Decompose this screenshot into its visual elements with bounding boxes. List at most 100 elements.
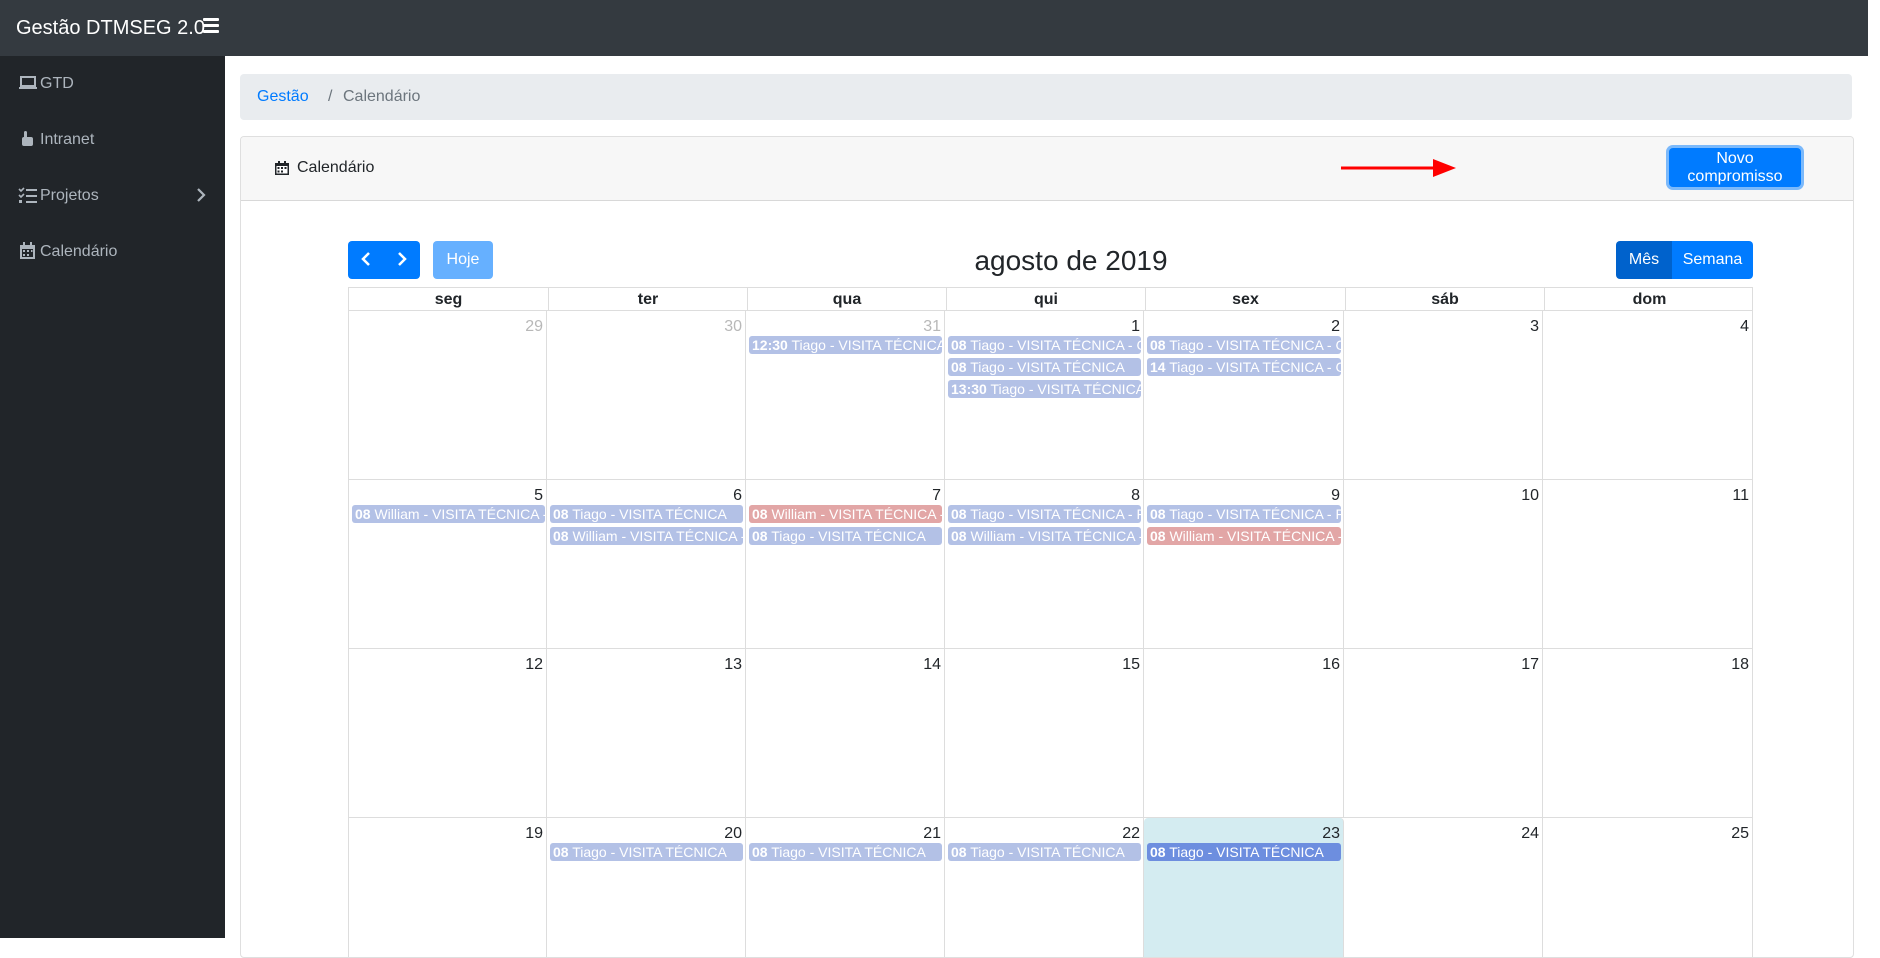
event-time: 14 [1150, 359, 1166, 375]
calendar-event[interactable]: 08 William - VISITA TÉCNICA - G [948, 527, 1141, 545]
new-appointment-button[interactable]: Novo compromisso [1669, 148, 1801, 187]
day-number[interactable]: 17 [1521, 656, 1539, 674]
day-number[interactable]: 18 [1731, 656, 1749, 674]
page-scrollbar[interactable] [1868, 0, 1880, 938]
event-title: Tiago - VISITA TÉCNICA - FR [1169, 506, 1341, 522]
day-number[interactable]: 2 [1331, 318, 1340, 336]
prev-month-button[interactable] [348, 241, 384, 279]
calendar-event[interactable]: 08 Tiago - VISITA TÉCNICA [749, 527, 942, 545]
day-number[interactable]: 23 [1322, 825, 1340, 843]
day-cell[interactable]: 14 [746, 649, 945, 818]
day-number[interactable]: 10 [1521, 487, 1539, 505]
next-month-button[interactable] [384, 241, 420, 279]
day-number[interactable]: 31 [923, 318, 941, 336]
day-number[interactable]: 14 [923, 656, 941, 674]
sidebar-item-intranet[interactable]: Intranet [0, 120, 225, 160]
day-number[interactable]: 20 [724, 825, 742, 843]
day-cell[interactable]: 19 [348, 818, 547, 957]
day-cell[interactable]: 31 12:30 Tiago - VISITA TÉCNICA [746, 311, 945, 480]
event-title: William - VISITA TÉCNICA - G [572, 528, 743, 544]
sidebar-item-gtd[interactable]: GTD [0, 64, 225, 104]
event-title: Tiago - VISITA TÉCNICA - GO [1169, 337, 1341, 353]
calendar-event[interactable]: 08 Tiago - VISITA TÉCNICA - GO [1147, 336, 1341, 354]
day-cell[interactable]: 25 [1543, 818, 1753, 957]
day-cell[interactable]: 5 08 William - VISITA TÉCNICA - G [348, 480, 547, 649]
day-cell[interactable]: 20 08 Tiago - VISITA TÉCNICA [547, 818, 746, 957]
day-cell[interactable]: 9 08 Tiago - VISITA TÉCNICA - FR 08 Willia… [1144, 480, 1344, 649]
day-cell[interactable]: 3 [1344, 311, 1543, 480]
calendar-event[interactable]: 12:30 Tiago - VISITA TÉCNICA [749, 336, 942, 354]
day-number[interactable]: 24 [1521, 825, 1539, 843]
sidebar-item-projetos[interactable]: Projetos [0, 176, 225, 216]
arrow-annotation-icon [1341, 159, 1456, 177]
event-title: Tiago - VISITA TÉCNICA [771, 844, 926, 860]
day-number[interactable]: 22 [1122, 825, 1140, 843]
today-button[interactable]: Hoje [433, 241, 493, 279]
calendar-event[interactable]: 14 Tiago - VISITA TÉCNICA - GO [1147, 358, 1341, 376]
day-number[interactable]: 7 [932, 487, 941, 505]
day-cell[interactable]: 16 [1144, 649, 1344, 818]
day-cell[interactable]: 7 08 William - VISITA TÉCNICA - G 08 Tiago… [746, 480, 945, 649]
day-cell[interactable]: 13 [547, 649, 746, 818]
day-cell[interactable]: 21 08 Tiago - VISITA TÉCNICA [746, 818, 945, 957]
calendar-event[interactable]: 08 Tiago - VISITA TÉCNICA [550, 843, 743, 861]
day-cell[interactable]: 17 [1344, 649, 1543, 818]
calendar-event[interactable]: 08 Tiago - VISITA TÉCNICA [1147, 843, 1341, 861]
calendar-event[interactable]: 08 Tiago - VISITA TÉCNICA [550, 505, 743, 523]
calendar-event[interactable]: 13:30 Tiago - VISITA TÉCNICA [948, 380, 1141, 398]
breadcrumb-home-link[interactable]: Gestão [257, 88, 309, 106]
day-cell[interactable]: 8 08 Tiago - VISITA TÉCNICA - FR 08 Willia… [945, 480, 1144, 649]
calendar-event[interactable]: 08 Tiago - VISITA TÉCNICA - FR [1147, 505, 1341, 523]
day-number[interactable]: 6 [733, 487, 742, 505]
day-number[interactable]: 4 [1740, 318, 1749, 336]
day-number[interactable]: 21 [923, 825, 941, 843]
day-number[interactable]: 9 [1331, 487, 1340, 505]
day-cell[interactable]: 29 [348, 311, 547, 480]
day-cell[interactable]: 4 [1543, 311, 1753, 480]
calendar-event[interactable]: 08 Tiago - VISITA TÉCNICA [749, 843, 942, 861]
day-cell[interactable]: 12 [348, 649, 547, 818]
calendar-event[interactable]: 08 Tiago - VISITA TÉCNICA - FR [948, 505, 1141, 523]
app-title[interactable]: Gestão DTMSEG 2.0 [16, 17, 205, 40]
day-number[interactable]: 30 [724, 318, 742, 336]
day-cell[interactable]: 15 [945, 649, 1144, 818]
day-number[interactable]: 29 [525, 318, 543, 336]
day-number[interactable]: 25 [1731, 825, 1749, 843]
day-cell[interactable]: 23 08 Tiago - VISITA TÉCNICA [1144, 818, 1344, 957]
calendar-event[interactable]: 08 Tiago - VISITA TÉCNICA - GO [948, 336, 1141, 354]
calendar-event[interactable]: 08 William - VISITA TÉCNICA - G [749, 505, 942, 523]
day-number[interactable]: 5 [534, 487, 543, 505]
event-title: Tiago - VISITA TÉCNICA [572, 506, 727, 522]
sidebar-item-label: GTD [40, 75, 74, 92]
day-cell[interactable]: 10 [1344, 480, 1543, 649]
calendar-event[interactable]: 08 William - VISITA TÉCNICA - G [1147, 527, 1341, 545]
calendar-event[interactable]: 08 William - VISITA TÉCNICA - G [352, 505, 545, 523]
day-cell[interactable]: 22 08 Tiago - VISITA TÉCNICA [945, 818, 1144, 957]
day-cell[interactable]: 30 [547, 311, 746, 480]
day-number[interactable]: 1 [1131, 318, 1140, 336]
day-cell[interactable]: 6 08 Tiago - VISITA TÉCNICA 08 William - V… [547, 480, 746, 649]
sidebar-item-label: Projetos [40, 187, 99, 204]
hand-pointer-icon [22, 131, 33, 146]
day-number[interactable]: 15 [1122, 656, 1140, 674]
day-number[interactable]: 12 [525, 656, 543, 674]
sidebar-item-calendario[interactable]: Calendário [0, 232, 225, 272]
day-cell[interactable]: 2 08 Tiago - VISITA TÉCNICA - GO 14 Tiago … [1144, 311, 1344, 480]
day-number[interactable]: 16 [1322, 656, 1340, 674]
day-number[interactable]: 19 [525, 825, 543, 843]
month-view-button[interactable]: Mês [1616, 241, 1672, 279]
day-cell[interactable]: 11 [1543, 480, 1753, 649]
day-number[interactable]: 3 [1530, 318, 1539, 336]
day-cell[interactable]: 24 [1344, 818, 1543, 957]
hamburger-icon[interactable] [203, 18, 219, 34]
calendar-event[interactable]: 08 William - VISITA TÉCNICA - G [550, 527, 743, 545]
calendar-event[interactable]: 08 Tiago - VISITA TÉCNICA [948, 358, 1141, 376]
day-cell[interactable]: 18 [1543, 649, 1753, 818]
day-cell[interactable]: 1 08 Tiago - VISITA TÉCNICA - GO 08 Tiago … [945, 311, 1144, 480]
sidebar-item-label: Intranet [40, 131, 95, 148]
day-number[interactable]: 8 [1131, 487, 1140, 505]
day-number[interactable]: 13 [724, 656, 742, 674]
calendar-event[interactable]: 08 Tiago - VISITA TÉCNICA [948, 843, 1141, 861]
day-number[interactable]: 11 [1732, 487, 1749, 505]
week-view-button[interactable]: Semana [1672, 241, 1753, 279]
